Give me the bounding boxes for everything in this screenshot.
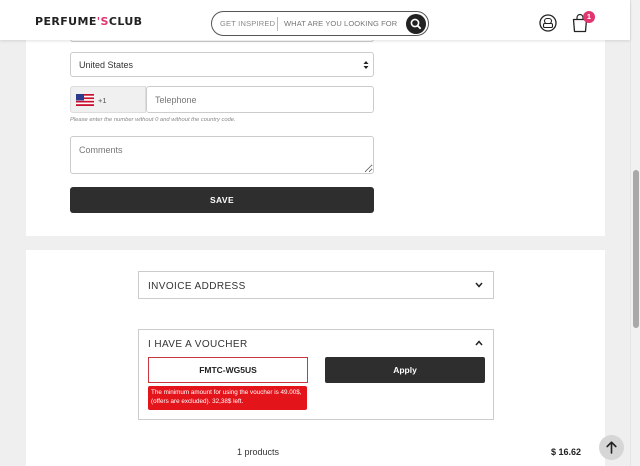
phone-hint: Please enter the number without 0 and wi…	[70, 117, 236, 123]
scrollbar-thumb[interactable]	[633, 170, 639, 328]
site-header: PERFUME'SCLUB GET INSPIRED 1	[0, 0, 630, 40]
scroll-to-top-button[interactable]	[599, 435, 624, 460]
save-button[interactable]: SAVE	[70, 187, 374, 213]
invoice-address-accordion[interactable]: INVOICE ADDRESS	[138, 271, 494, 299]
search-input[interactable]	[284, 19, 399, 28]
chevron-up-icon[interactable]	[475, 340, 483, 346]
voucher-accordion: I HAVE A VOUCHER Apply The minimum amoun…	[138, 329, 494, 420]
logo-text-apos: 'S	[96, 15, 109, 28]
comments-textarea[interactable]	[70, 136, 374, 174]
voucher-error-message: The minimum amount for using the voucher…	[148, 386, 307, 410]
order-total: $ 16.62	[551, 447, 582, 457]
voucher-title[interactable]: I HAVE A VOUCHER	[148, 339, 248, 350]
search-button[interactable]	[406, 14, 426, 34]
page-scrollbar[interactable]	[630, 0, 640, 466]
voucher-code-input[interactable]	[148, 357, 308, 383]
country-select[interactable]: United States	[70, 52, 374, 77]
telephone-input[interactable]	[146, 86, 374, 113]
apply-voucher-button[interactable]: Apply	[325, 357, 485, 383]
search-icon	[410, 18, 422, 30]
us-flag-icon	[76, 94, 94, 106]
country-value: United States	[79, 60, 134, 70]
select-arrows-icon	[363, 61, 369, 69]
get-inspired-link[interactable]: GET INSPIRED	[220, 19, 275, 28]
phone-country-code: +1	[98, 96, 107, 105]
invoice-address-title: INVOICE ADDRESS	[148, 281, 246, 292]
phone-country-prefix[interactable]: +1	[70, 86, 146, 113]
search-separator	[277, 17, 278, 31]
user-icon[interactable]	[539, 14, 557, 32]
site-logo[interactable]: PERFUME'SCLUB	[35, 15, 142, 28]
products-count: 1 products	[237, 447, 280, 457]
logo-text-main: PERFUME	[35, 15, 97, 28]
logo-text-end: CLUB	[108, 15, 143, 28]
arrow-up-icon	[606, 441, 617, 454]
search-bar: GET INSPIRED	[211, 11, 429, 36]
chevron-down-icon	[475, 282, 483, 288]
cart-count-badge: 1	[583, 11, 595, 23]
